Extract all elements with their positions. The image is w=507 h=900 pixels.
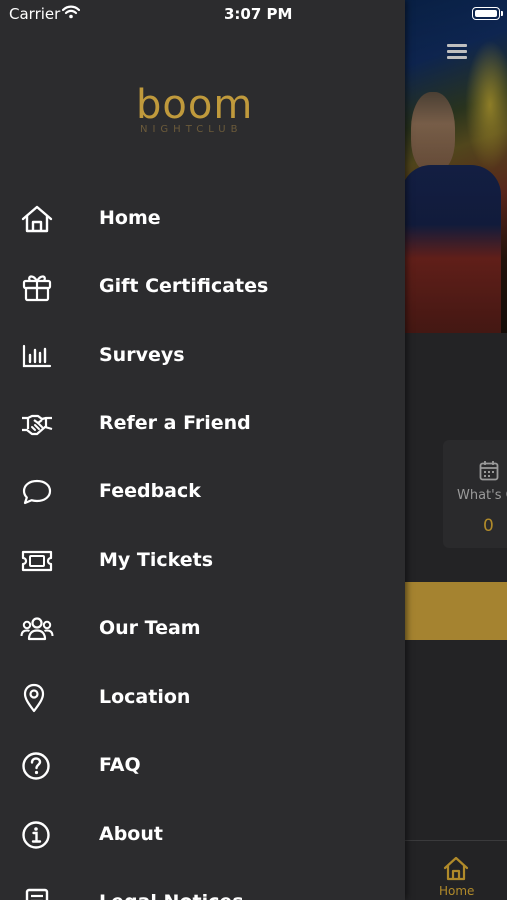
menu-item-legal-notices[interactable]: Legal Notices: [0, 873, 405, 900]
home-tab-icon[interactable]: [442, 855, 470, 881]
team-icon: [20, 617, 54, 641]
menu-item-label: Surveys: [99, 344, 185, 366]
home-tab-label[interactable]: Home: [439, 884, 474, 898]
gift-icon: [22, 275, 52, 302]
menu-item-label: Home: [99, 207, 161, 229]
menu-item-label: Feedback: [99, 480, 201, 502]
home-icon: [21, 205, 53, 233]
menu-item-surveys[interactable]: Surveys: [0, 326, 405, 386]
menu-item-label: Refer a Friend: [99, 412, 251, 434]
bar-chart-icon: [22, 344, 52, 368]
menu-item-my-tickets[interactable]: My Tickets: [0, 531, 405, 591]
brand-logo: boom NIGHTCLUB: [136, 82, 272, 140]
battery-icon: [472, 7, 503, 20]
side-drawer: boom NIGHTCLUB Home Gift Certificates Su…: [0, 0, 405, 900]
whats-on-label: What's C: [457, 488, 507, 503]
menu-item-location[interactable]: Location: [0, 668, 405, 728]
menu-item-label: Location: [99, 686, 191, 708]
location-pin-icon: [23, 683, 45, 713]
menu-item-refer-a-friend[interactable]: Refer a Friend: [0, 394, 405, 454]
menu-item-label: Our Team: [99, 617, 201, 639]
info-circle-icon: [22, 821, 50, 849]
calendar-icon: [479, 461, 499, 481]
brand-logo-tagline: NIGHTCLUB: [140, 124, 243, 135]
menu-item-label: About: [99, 823, 163, 845]
menu-item-label: Legal Notices: [99, 891, 244, 900]
whats-on-count: 0: [483, 516, 494, 536]
menu-item-gift-certificates[interactable]: Gift Certificates: [0, 257, 405, 317]
menu-item-label: My Tickets: [99, 549, 214, 571]
question-circle-icon: [22, 752, 50, 780]
hamburger-menu-icon[interactable]: [447, 44, 467, 60]
carrier-label: Carrier: [9, 5, 61, 23]
menu-item-faq[interactable]: FAQ: [0, 736, 405, 796]
document-icon: [25, 888, 49, 900]
clock: 3:07 PM: [224, 5, 293, 23]
ticket-icon: [21, 550, 53, 572]
chat-bubble-icon: [22, 479, 52, 505]
menu-item-our-team[interactable]: Our Team: [0, 599, 405, 659]
menu-item-about[interactable]: About: [0, 805, 405, 865]
action-banner[interactable]: [405, 582, 507, 640]
handshake-icon: [22, 414, 53, 436]
menu-item-feedback[interactable]: Feedback: [0, 462, 405, 522]
status-bar: Carrier 3:07 PM: [0, 0, 507, 28]
wifi-icon: [62, 5, 80, 19]
menu-item-label: Gift Certificates: [99, 275, 269, 297]
brand-logo-wordmark: boom: [136, 82, 254, 128]
menu-item-label: FAQ: [99, 754, 141, 776]
menu-item-home[interactable]: Home: [0, 189, 405, 249]
